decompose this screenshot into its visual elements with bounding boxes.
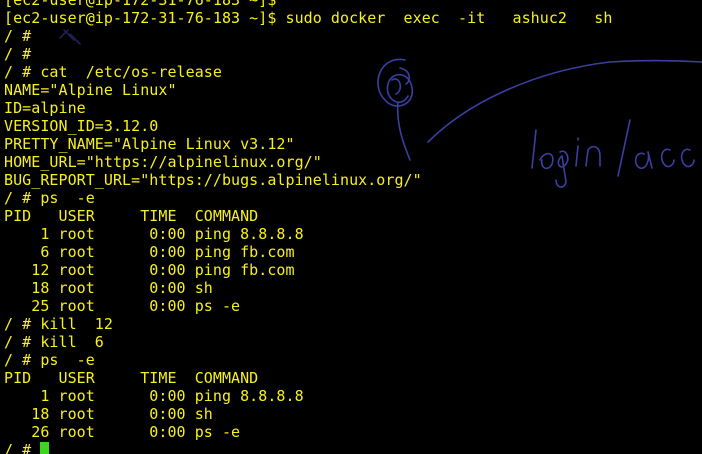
terminal-output: [ec2-user@ip-172-31-76-183 ~]$ [ec2-user… (4, 0, 702, 454)
text-cursor (40, 442, 50, 454)
terminal-line: 25 root 0:00 ps -e (4, 297, 241, 315)
terminal-line: / # cat /etc/os-release (4, 63, 222, 81)
terminal-line: 18 root 0:00 sh (4, 405, 213, 423)
terminal-line: PID USER TIME COMMAND (4, 207, 259, 225)
terminal-line: PRETTY_NAME="Alpine Linux v3.12" (4, 135, 295, 153)
terminal-line: [ec2-user@ip-172-31-76-183 ~]$ (4, 0, 277, 9)
terminal-line: 18 root 0:00 sh (4, 279, 213, 297)
terminal-line: / # kill 6 (4, 333, 104, 351)
terminal-line: 1 root 0:00 ping 8.8.8.8 (4, 225, 304, 243)
terminal-line: 12 root 0:00 ping fb.com (4, 261, 295, 279)
terminal-line: VERSION_ID=3.12.0 (4, 117, 159, 135)
terminal-line: 1 root 0:00 ping 8.8.8.8 (4, 387, 304, 405)
terminal-line: / # ps -e (4, 189, 95, 207)
terminal-line: / # (4, 27, 32, 45)
prompt-line[interactable]: / # (4, 441, 702, 454)
terminal-line: ID=alpine (4, 99, 86, 117)
terminal-line: / # (4, 45, 32, 63)
terminal-line: NAME="Alpine Linux" (4, 81, 177, 99)
terminal-line: / # ps -e (4, 351, 95, 369)
terminal-window[interactable]: [ec2-user@ip-172-31-76-183 ~]$ [ec2-user… (0, 0, 702, 454)
terminal-line: / # kill 12 (4, 315, 113, 333)
terminal-line: PID USER TIME COMMAND (4, 369, 259, 387)
terminal-line: BUG_REPORT_URL="https://bugs.alpinelinux… (4, 171, 422, 189)
prompt-text: / # (4, 441, 41, 454)
terminal-line: HOME_URL="https://alpinelinux.org/" (4, 153, 322, 171)
terminal-line: 26 root 0:00 ps -e (4, 423, 241, 441)
terminal-line: 6 root 0:00 ping fb.com (4, 243, 295, 261)
terminal-line: [ec2-user@ip-172-31-76-183 ~]$ sudo dock… (4, 9, 613, 27)
